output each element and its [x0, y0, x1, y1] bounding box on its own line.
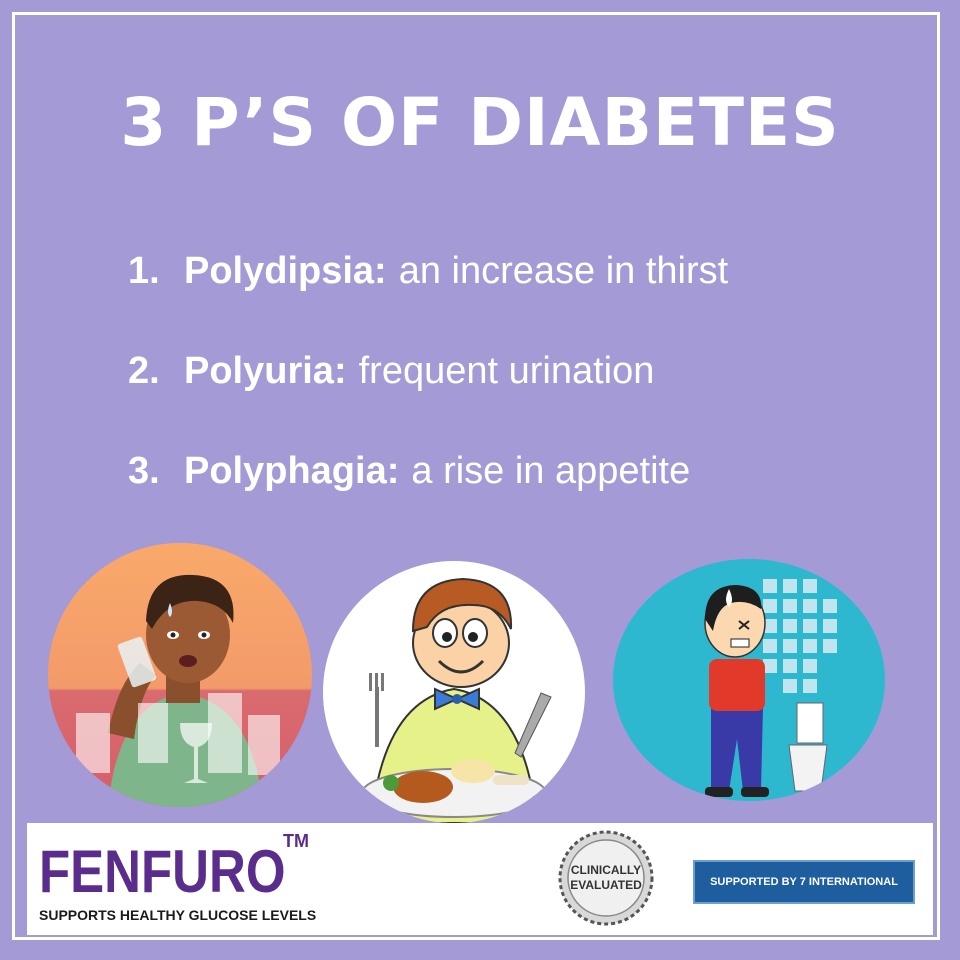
- list-item: 2. Polyuria: frequent urination: [128, 350, 888, 450]
- item-number: 2.: [128, 350, 160, 392]
- item-term: Polyuria:: [184, 350, 347, 392]
- brand-tagline: SUPPORTS HEALTHY GLUCOSE LEVELS: [39, 907, 317, 923]
- clinically-evaluated-seal: CLINICALLY EVALUATED: [557, 829, 655, 927]
- hungry-boy-eating-illustration: [323, 561, 585, 823]
- item-term: Polyphagia:: [184, 450, 400, 492]
- page-title: 3 P’S OF DIABETES: [120, 84, 840, 161]
- item-number: 1.: [128, 250, 160, 292]
- item-description: frequent urination: [358, 350, 655, 392]
- symptom-list: 1. Polydipsia: an increase in thirst 2. …: [128, 250, 888, 550]
- list-item: 1. Polydipsia: an increase in thirst: [128, 250, 888, 350]
- seal-line-2: EVALUATED: [570, 878, 642, 892]
- patents-badge: SUPPORTED BY 7 INTERNATIONAL PATENTS: [693, 860, 915, 928]
- item-term: Polydipsia:: [184, 250, 387, 292]
- seal-line-1: CLINICALLY: [570, 863, 642, 877]
- thirsty-person-drinking-illustration: [48, 543, 312, 807]
- boy-needing-toilet-illustration: [613, 559, 885, 801]
- list-item: 3. Polyphagia: a rise in appetite: [128, 450, 888, 550]
- item-description: a rise in appetite: [411, 450, 691, 492]
- footer-banner: FENFURO TM SUPPORTS HEALTHY GLUCOSE LEVE…: [27, 823, 933, 935]
- trademark-mark: TM: [283, 831, 309, 851]
- item-number: 3.: [128, 450, 160, 492]
- seal-label: CLINICALLY EVALUATED: [557, 863, 655, 893]
- brand-logo: FENFURO: [39, 838, 286, 905]
- item-description: an increase in thirst: [398, 250, 729, 292]
